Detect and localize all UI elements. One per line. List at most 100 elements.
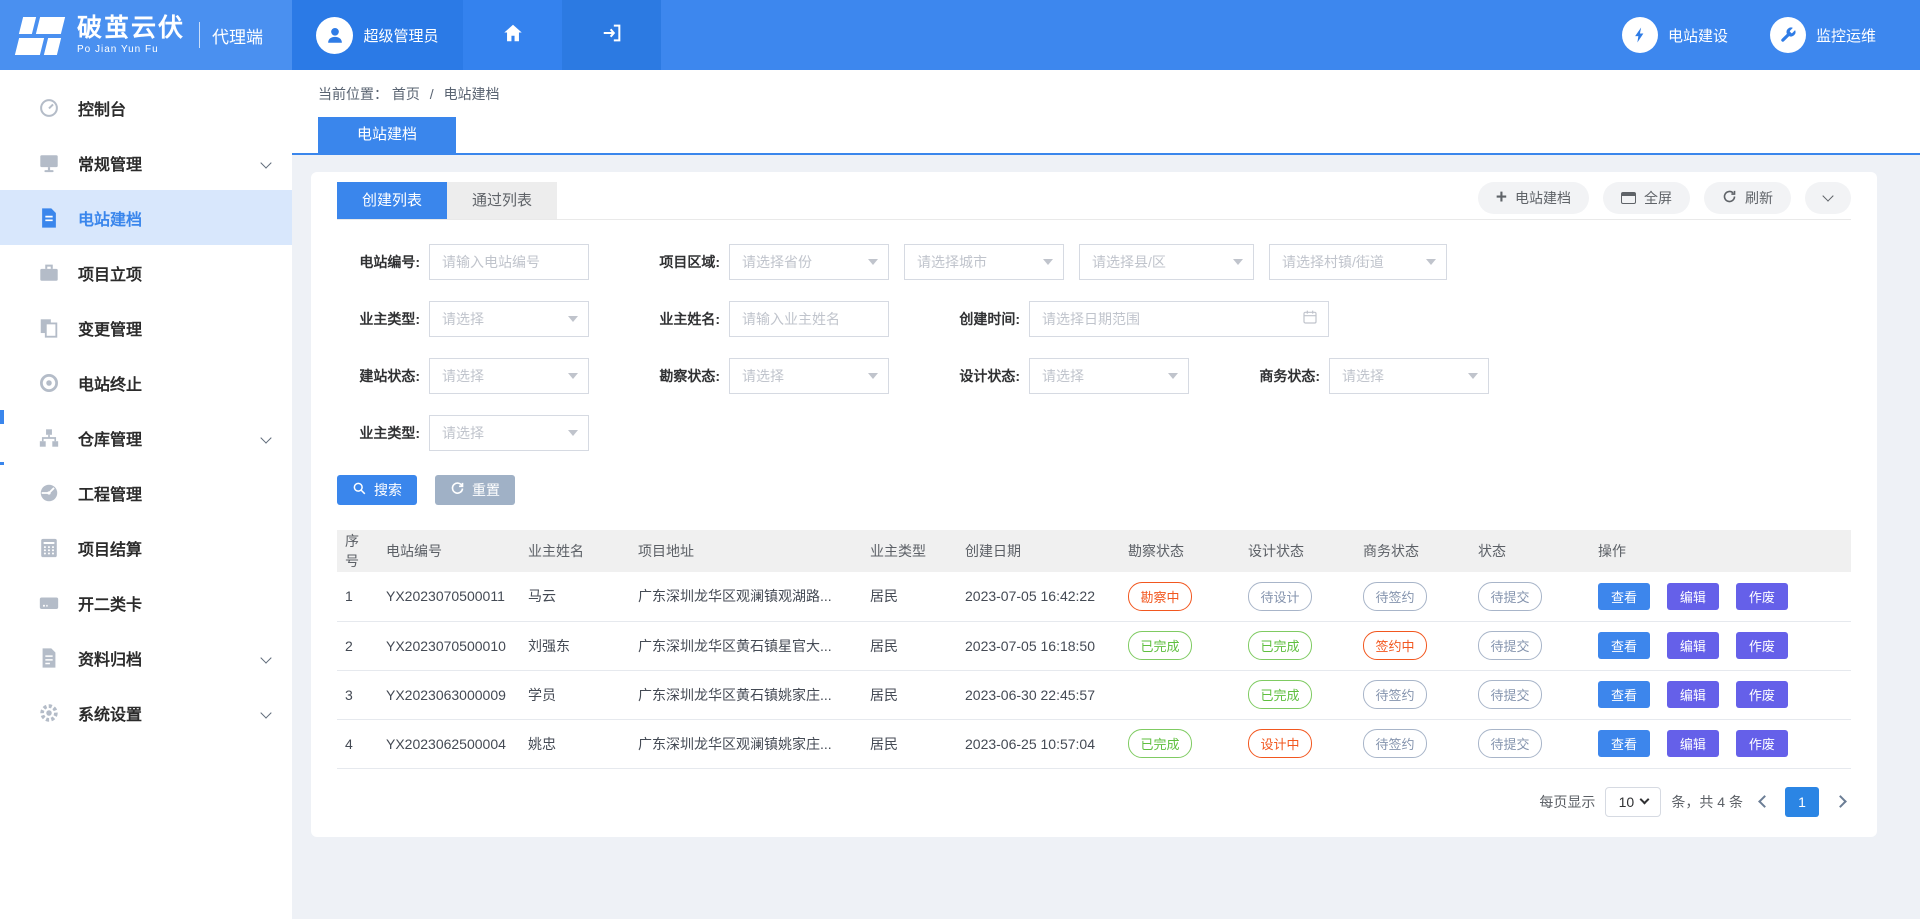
county-select[interactable]: 请选择县/区 <box>1079 244 1254 280</box>
station-code-input[interactable] <box>429 244 589 280</box>
search-button[interactable]: 搜索 <box>337 475 417 505</box>
sidebar-item-system-settings[interactable]: 系统设置 <box>0 685 292 740</box>
caret-down-icon <box>568 373 578 384</box>
per-page-label: 每页显示 <box>1539 792 1595 812</box>
void-button[interactable]: 作废 <box>1736 632 1788 659</box>
reset-button[interactable]: 重置 <box>435 475 515 505</box>
prev-page-button[interactable] <box>1753 787 1775 817</box>
survey-status-select[interactable]: 请选择 <box>729 358 889 394</box>
view-button[interactable]: 查看 <box>1598 730 1650 757</box>
sidebar-item-station-termination[interactable]: 电站终止 <box>0 355 292 410</box>
page-1-button[interactable]: 1 <box>1785 787 1819 817</box>
status-badge: 已完成 <box>1128 631 1192 660</box>
caret-down-icon <box>1168 373 1178 384</box>
fullscreen-button[interactable]: 全屏 <box>1603 182 1690 214</box>
portal-label: 代理端 <box>212 23 263 48</box>
page-size-select[interactable]: 10 <box>1605 787 1661 817</box>
breadcrumb: 当前位置： 首页 / 电站建档 <box>318 84 1920 104</box>
city-select[interactable]: 请选择城市 <box>904 244 1064 280</box>
filter-label: 创建时间: <box>937 309 1020 329</box>
design-status-select[interactable]: 请选择 <box>1029 358 1189 394</box>
sidebar-item-console[interactable]: 控制台 <box>0 80 292 135</box>
filter-label: 业主类型: <box>337 309 420 329</box>
sidebar: 控制台 常规管理 电站建档 项目立项 变更管理 <box>0 70 292 919</box>
status-badge: 待签约 <box>1363 729 1427 758</box>
sidebar-item-label: 电站终止 <box>78 371 142 395</box>
business-status-select[interactable]: 请选择 <box>1329 358 1489 394</box>
chevron-down-icon <box>260 432 271 443</box>
date-range-input[interactable]: 请选择日期范围 <box>1029 301 1329 337</box>
briefcase-icon <box>38 262 60 284</box>
view-button[interactable]: 查看 <box>1598 681 1650 708</box>
owner-type2-select[interactable]: 请选择 <box>429 415 589 451</box>
home-icon <box>502 22 524 49</box>
breadcrumb-home[interactable]: 首页 <box>392 86 420 102</box>
brand-subtitle: Po Jian Yun Fu <box>77 44 185 55</box>
tab-passed-list[interactable]: 通过列表 <box>447 182 557 219</box>
main-content: 当前位置： 首页 / 电站建档 电站建档 创建列表 通过列表 + 电站建档 <box>292 70 1920 919</box>
nav-monitor-ops[interactable]: 监控运维 <box>1770 17 1876 53</box>
sidebar-item-station-filing[interactable]: 电站建档 <box>0 190 292 245</box>
table-row: 4 YX2023062500004 姚忠 广东深圳龙华区观澜镇姚家庄... 居民… <box>337 719 1851 768</box>
caret-down-icon <box>1043 259 1053 270</box>
caret-down-icon <box>1640 795 1650 805</box>
sidebar-item-change-mgmt[interactable]: 变更管理 <box>0 300 292 355</box>
table-header-row: 序号 电站编号 业主姓名 项目地址 业主类型 创建日期 勘察状态 设计状态 商务… <box>337 530 1851 572</box>
tab-create-list[interactable]: 创建列表 <box>337 182 447 219</box>
edit-button[interactable]: 编辑 <box>1667 632 1719 659</box>
sidebar-item-project-settlement[interactable]: 项目结算 <box>0 520 292 575</box>
next-page-button[interactable] <box>1829 787 1851 817</box>
user-menu[interactable]: 超级管理员 <box>292 0 463 70</box>
add-station-button[interactable]: + 电站建档 <box>1478 182 1589 214</box>
sidebar-item-label: 系统设置 <box>78 701 142 725</box>
col-header: 业主姓名 <box>520 530 630 572</box>
sidebar-item-data-archive[interactable]: 资料归档 <box>0 630 292 685</box>
province-select[interactable]: 请选择省份 <box>729 244 889 280</box>
owner-name-input[interactable] <box>729 301 889 337</box>
refresh-label: 刷新 <box>1745 188 1773 208</box>
gauge-icon <box>38 482 60 504</box>
sidebar-item-type2-card[interactable]: 开二类卡 <box>0 575 292 630</box>
chevron-left-icon <box>1758 795 1771 808</box>
view-button[interactable]: 查看 <box>1598 632 1650 659</box>
void-button[interactable]: 作废 <box>1736 583 1788 610</box>
nav-monitor-ops-label: 监控运维 <box>1816 25 1876 46</box>
logout-button[interactable] <box>562 0 661 70</box>
status-badge: 待提交 <box>1478 680 1542 709</box>
edit-button[interactable]: 编辑 <box>1667 583 1719 610</box>
refresh-button[interactable]: 刷新 <box>1704 182 1791 214</box>
filter-form: 电站编号: 项目区域: 请选择省份 请选择城市 <box>337 244 1851 451</box>
void-button[interactable]: 作废 <box>1736 730 1788 757</box>
calculator-icon <box>38 537 60 559</box>
sidebar-item-label: 开二类卡 <box>78 591 142 615</box>
card-icon <box>38 592 60 614</box>
nav-station-build[interactable]: 电站建设 <box>1622 17 1728 53</box>
lightning-icon <box>1622 17 1658 53</box>
status-badge: 待设计 <box>1248 582 1312 611</box>
sidebar-item-general-mgmt[interactable]: 常规管理 <box>0 135 292 190</box>
col-header: 电站编号 <box>378 530 520 572</box>
content-card: 创建列表 通过列表 + 电站建档 全屏 <box>311 172 1877 837</box>
status-badge: 待提交 <box>1478 729 1542 758</box>
add-station-label: 电站建档 <box>1515 188 1571 208</box>
status-badge: 待提交 <box>1478 631 1542 660</box>
home-button[interactable] <box>463 0 562 70</box>
calendar-icon <box>1302 309 1318 330</box>
sidebar-item-project-initiation[interactable]: 项目立项 <box>0 245 292 300</box>
edit-button[interactable]: 编辑 <box>1667 730 1719 757</box>
station-table: 序号 电站编号 业主姓名 项目地址 业主类型 创建日期 勘察状态 设计状态 商务… <box>337 530 1851 769</box>
filter-label: 业主类型: <box>337 423 420 443</box>
edit-button[interactable]: 编辑 <box>1667 681 1719 708</box>
view-button[interactable]: 查看 <box>1598 583 1650 610</box>
build-status-select[interactable]: 请选择 <box>429 358 589 394</box>
sidebar-item-engineering-mgmt[interactable]: 工程管理 <box>0 465 292 520</box>
void-button[interactable]: 作废 <box>1736 681 1788 708</box>
village-select[interactable]: 请选择村镇/街道 <box>1269 244 1447 280</box>
chevron-down-icon <box>260 707 271 718</box>
caret-down-icon <box>1233 259 1243 270</box>
sidebar-item-warehouse-mgmt[interactable]: 仓库管理 <box>0 410 292 465</box>
user-name: 超级管理员 <box>363 25 438 46</box>
collapse-button[interactable] <box>1805 182 1851 214</box>
page-tab[interactable]: 电站建档 <box>318 117 456 153</box>
owner-type-select[interactable]: 请选择 <box>429 301 589 337</box>
